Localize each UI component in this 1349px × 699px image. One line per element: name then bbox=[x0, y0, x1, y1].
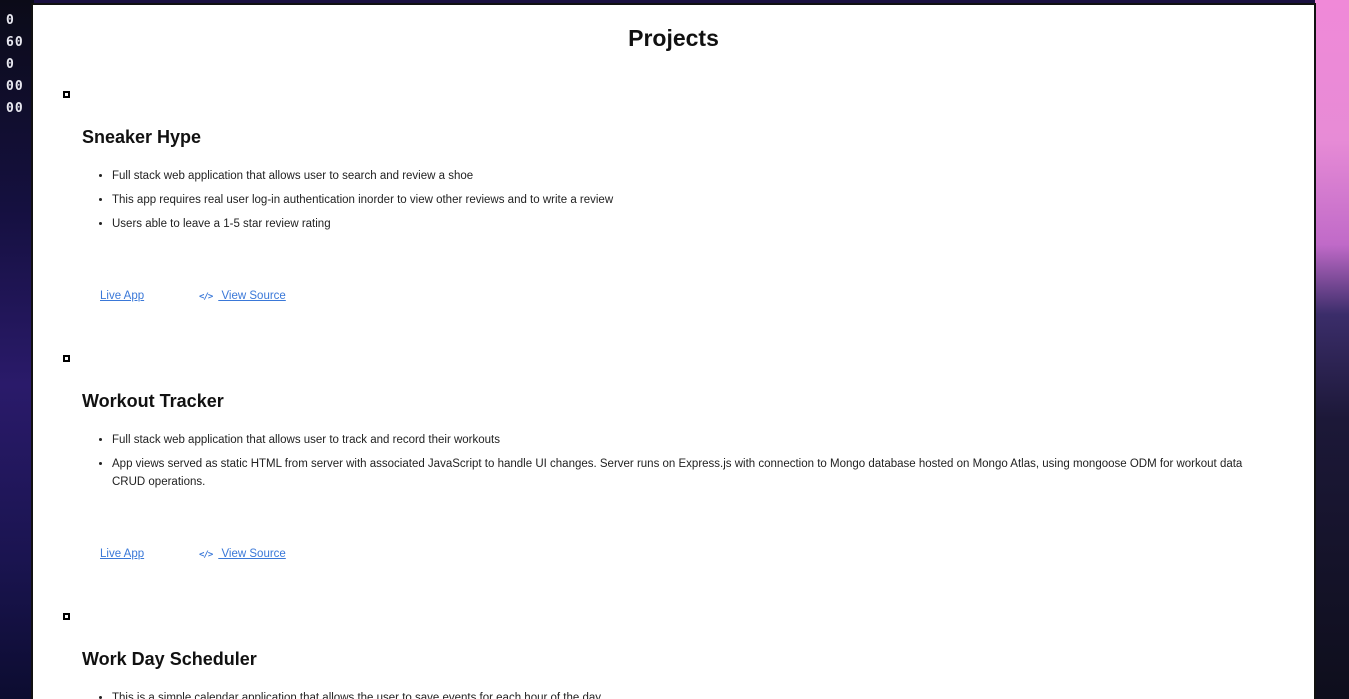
page-title: Projects bbox=[628, 25, 719, 51]
feature-item: This is a simple calendar application th… bbox=[112, 689, 1264, 699]
feature-item: Users able to leave a 1-5 star review ra… bbox=[112, 215, 1264, 233]
project-title: Workout Tracker bbox=[82, 391, 224, 411]
feature-list: This is a simple calendar application th… bbox=[92, 689, 1264, 699]
list-bullet bbox=[63, 91, 70, 98]
feature-item: This app requires real user log-in authe… bbox=[112, 191, 1264, 209]
list-bullet bbox=[63, 355, 70, 362]
code-icon: </> bbox=[199, 550, 213, 560]
feature-list: Full stack web application that allows u… bbox=[92, 431, 1264, 497]
feature-item: Full stack web application that allows u… bbox=[112, 167, 1264, 185]
list-bullet bbox=[63, 613, 70, 620]
projects-page: Projects Sneaker Hype Full stack web app… bbox=[31, 3, 1316, 699]
live-app-link[interactable]: Live App bbox=[100, 290, 144, 302]
project-title: Sneaker Hype bbox=[82, 127, 202, 147]
background-right-edge bbox=[1315, 0, 1349, 699]
code-icon: </> bbox=[199, 292, 213, 302]
background-digits: 0 60 0 00 00 bbox=[6, 13, 24, 116]
view-source-link[interactable]: </> View Source bbox=[199, 548, 286, 560]
background-left-edge: 0 60 0 00 00 bbox=[0, 0, 34, 699]
feature-item: Full stack web application that allows u… bbox=[112, 431, 1264, 449]
view-source-label: View Source bbox=[218, 548, 286, 560]
view-source-link[interactable]: </> View Source bbox=[199, 290, 286, 302]
feature-item: App views served as static HTML from ser… bbox=[112, 455, 1264, 491]
feature-list: Full stack web application that allows u… bbox=[92, 167, 1264, 239]
view-source-label: View Source bbox=[218, 290, 286, 302]
project-title: Work Day Scheduler bbox=[82, 649, 257, 669]
live-app-link[interactable]: Live App bbox=[100, 548, 144, 560]
